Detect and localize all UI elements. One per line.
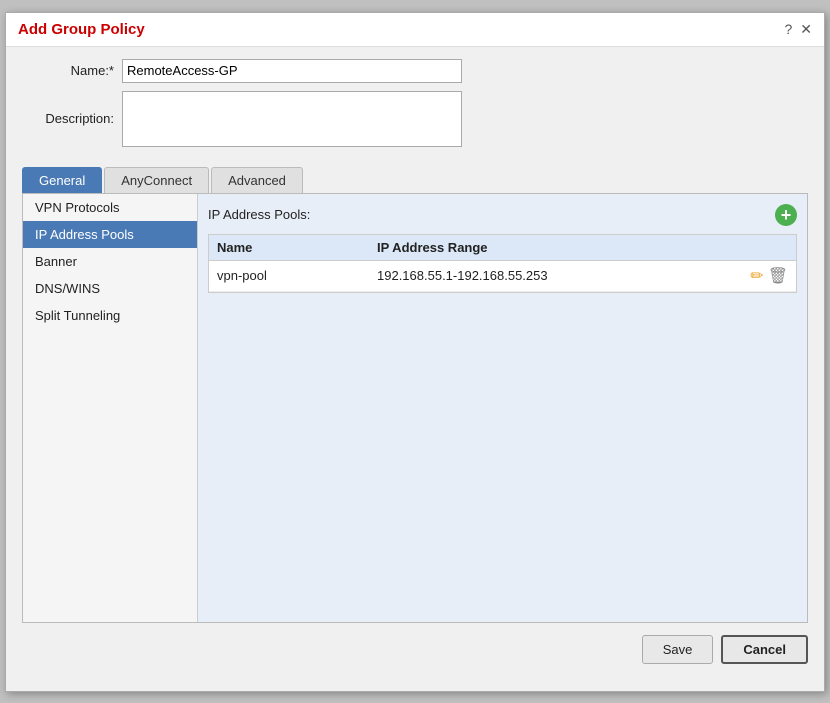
sidebar-item-ip-address-pools[interactable]: IP Address Pools <box>23 221 197 248</box>
pool-name: vpn-pool <box>217 268 377 283</box>
add-pool-button[interactable]: + <box>775 204 797 226</box>
footer: Save Cancel <box>6 623 824 676</box>
sidebar-item-vpn-protocols[interactable]: VPN Protocols <box>23 194 197 221</box>
description-row: Description: <box>22 91 808 147</box>
row-actions: ✏ 🗑 <box>750 266 788 286</box>
pool-ip-range: 192.168.55.1-192.168.55.253 <box>377 268 750 283</box>
dialog-title: Add Group Policy <box>18 21 145 38</box>
col-range-header: IP Address Range <box>377 240 788 255</box>
description-label: Description: <box>22 111 122 126</box>
tab-general[interactable]: General <box>22 167 102 193</box>
edit-icon[interactable]: ✏ <box>750 266 763 286</box>
table-row[interactable]: vpn-pool 192.168.55.1-192.168.55.253 ✏ 🗑 <box>209 261 796 292</box>
sidebar: VPN Protocols IP Address Pools Banner DN… <box>23 194 198 622</box>
form-area: Name:* Description: <box>6 47 824 163</box>
panel-header: IP Address Pools: + <box>208 204 797 226</box>
help-icon[interactable]: ? <box>784 21 792 37</box>
close-icon[interactable]: ✕ <box>800 21 812 38</box>
name-label: Name:* <box>22 63 122 78</box>
ip-pools-table: Name IP Address Range vpn-pool 192.168.5… <box>208 234 797 293</box>
add-group-policy-dialog: Add Group Policy ? ✕ Name:* Description:… <box>5 12 825 692</box>
dialog-controls: ? ✕ <box>784 21 812 38</box>
tab-advanced[interactable]: Advanced <box>211 167 303 193</box>
main-panel: IP Address Pools: + Name IP Address Rang… <box>198 194 807 622</box>
dialog-titlebar: Add Group Policy ? ✕ <box>6 13 824 47</box>
sidebar-item-split-tunneling[interactable]: Split Tunneling <box>23 302 197 329</box>
sidebar-item-banner[interactable]: Banner <box>23 248 197 275</box>
content-area: VPN Protocols IP Address Pools Banner DN… <box>22 193 808 623</box>
name-row: Name:* <box>22 59 808 83</box>
sidebar-item-dns-wins[interactable]: DNS/WINS <box>23 275 197 302</box>
delete-icon[interactable]: 🗑 <box>768 266 788 286</box>
name-input[interactable] <box>122 59 462 83</box>
panel-title: IP Address Pools: <box>208 207 310 222</box>
description-input[interactable] <box>122 91 462 147</box>
tab-anyconnect[interactable]: AnyConnect <box>104 167 209 193</box>
cancel-button[interactable]: Cancel <box>721 635 808 664</box>
table-header: Name IP Address Range <box>209 235 796 261</box>
tabs-bar: General AnyConnect Advanced <box>6 167 824 193</box>
col-name-header: Name <box>217 240 377 255</box>
save-button[interactable]: Save <box>642 635 714 664</box>
